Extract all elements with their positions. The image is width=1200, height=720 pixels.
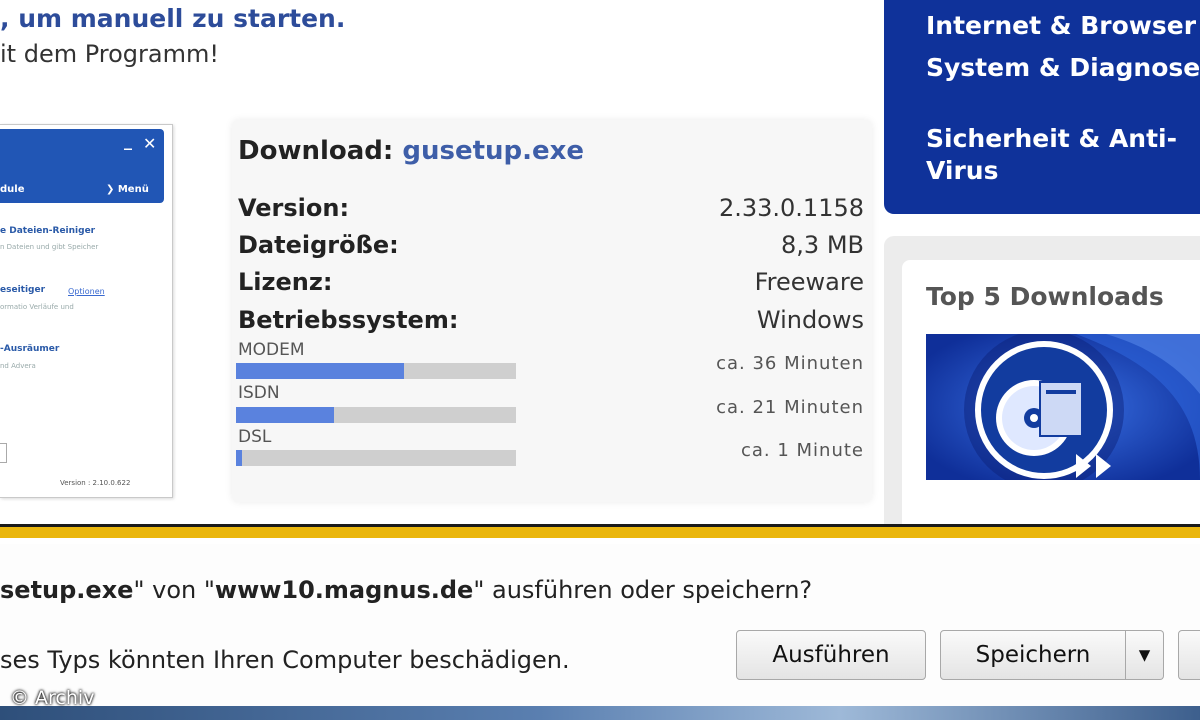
save-button[interactable]: Speichern	[940, 630, 1126, 680]
thumbnail-item-sub: ormatio Verläufe und	[0, 303, 74, 311]
top5-banner[interactable]	[926, 334, 1200, 480]
download-heading: Download: gusetup.exe	[238, 136, 584, 166]
page-subheading: it dem Programm!	[0, 40, 219, 68]
license-label: Lizenz:	[238, 268, 333, 296]
notification-filename: setup.exe	[0, 576, 134, 604]
thumbnail-modules-label: dule	[0, 184, 25, 195]
thumbnail-item-title: eseitiger	[0, 285, 46, 295]
modem-progress-fill	[236, 363, 404, 379]
isdn-progress-fill	[236, 407, 334, 423]
notification-border	[0, 524, 1200, 544]
category-nav: Internet & Browser System & Diagnose Sic…	[884, 0, 1200, 214]
nav-item-security-antivirus[interactable]: Sicherheit & Anti-	[926, 123, 1177, 155]
dsl-label: DSL	[238, 427, 272, 447]
thumbnail-options-link: Optionen	[68, 287, 105, 296]
close-icon: ✕	[143, 134, 157, 153]
thumbnail-item-sub: n Dateien und gibt Speicher	[0, 243, 99, 251]
os-label: Betriebssystem:	[238, 306, 459, 334]
modem-time: ca. 36 Minuten	[716, 353, 864, 374]
thumbnail-checkbox	[0, 443, 7, 463]
version-value: 2.33.0.1158	[718, 194, 864, 222]
save-options-dropdown[interactable]: ▾	[1126, 630, 1164, 680]
top5-inner: Top 5 Downloads	[902, 260, 1200, 526]
notification-question: setup.exe" von "www10.magnus.de" ausführ…	[0, 576, 812, 604]
thumbnail-item-sub: nd Advera	[0, 362, 36, 370]
cancel-button[interactable]	[1178, 630, 1200, 680]
isdn-progress-bar	[236, 407, 516, 423]
cd-download-icon	[926, 334, 1200, 480]
chevron-down-icon: ▾	[1138, 642, 1151, 668]
filesize-label: Dateigröße:	[238, 231, 399, 259]
filesize-value: 8,3 MB	[781, 231, 864, 259]
thumbnail-menu-label: ❯ Menü	[106, 184, 149, 195]
minimize-icon: _	[124, 131, 132, 150]
program-screenshot-thumbnail[interactable]: _ ✕ dule ❯ Menü e Dateien-Reiniger n Dat…	[0, 124, 173, 498]
notification-host: www10.magnus.de	[214, 576, 474, 604]
nav-item-security-antivirus-cont[interactable]: Virus	[926, 155, 999, 187]
modem-progress-bar	[236, 363, 516, 379]
thumbnail-item-title: -Ausräumer	[0, 344, 60, 354]
thumbnail-titlebar: _ ✕ dule ❯ Menü	[0, 129, 164, 203]
download-label: Download:	[238, 136, 394, 166]
thumbnail-item-title: e Dateien-Reiniger	[0, 226, 96, 236]
download-file-link[interactable]: gusetup.exe	[402, 136, 584, 166]
page-heading: , um manuell zu starten.	[0, 4, 346, 33]
run-button[interactable]: Ausführen	[736, 630, 926, 680]
taskbar-strip	[0, 706, 1200, 720]
top5-panel: Top 5 Downloads	[884, 236, 1200, 526]
isdn-time: ca. 21 Minuten	[716, 397, 864, 418]
notification-question-end: " ausführen oder speichern?	[473, 576, 813, 604]
license-value: Freeware	[754, 268, 864, 296]
thumbnail-version: Version : 2.10.0.622	[60, 479, 131, 487]
copyright-watermark: © Archiv	[10, 687, 95, 709]
version-label: Version:	[238, 194, 350, 222]
isdn-label: ISDN	[238, 383, 280, 403]
notification-warning: ses Typs könnten Ihren Computer beschädi…	[0, 646, 570, 674]
nav-item-system-diagnose[interactable]: System & Diagnose	[926, 52, 1200, 84]
download-info-card: Download: gusetup.exe Version: 2.33.0.11…	[232, 120, 872, 502]
download-notification-bar: setup.exe" von "www10.magnus.de" ausführ…	[0, 524, 1200, 720]
dsl-progress-fill	[236, 450, 242, 466]
nav-item-internet-browser[interactable]: Internet & Browser	[926, 10, 1196, 42]
os-value: Windows	[756, 306, 864, 334]
dsl-progress-bar	[236, 450, 516, 466]
notification-question-mid: " von "	[133, 576, 215, 604]
top5-title: Top 5 Downloads	[926, 282, 1164, 311]
dsl-time: ca. 1 Minute	[740, 440, 864, 461]
modem-label: MODEM	[238, 340, 305, 360]
